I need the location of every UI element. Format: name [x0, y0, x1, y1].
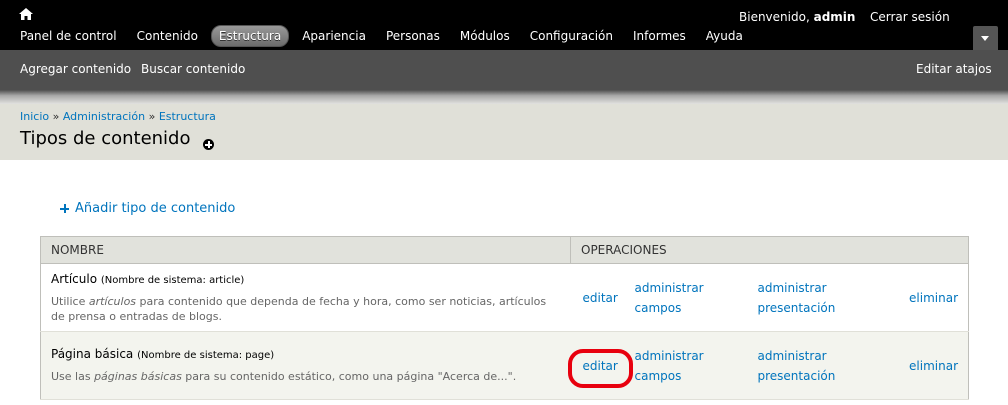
add-content-type-label: Añadir tipo de contenido [75, 201, 236, 216]
content-types-table: Nombre Operaciones Artículo (Nombre de s… [40, 236, 969, 400]
type-name-cell: Artículo (Nombre de sistema: article) Ut… [41, 264, 571, 332]
breadcrumb-structure[interactable]: Estructura [159, 110, 216, 123]
toolbar-shadow [0, 90, 1008, 104]
breadcrumb-separator: » [148, 110, 156, 123]
type-description: Utilice artículos para contenido que dep… [51, 294, 547, 323]
chevron-down-icon [981, 36, 989, 41]
manage-fields-link[interactable]: administrar campos [635, 349, 704, 383]
machine-name: (Nombre de sistema: page) [137, 350, 275, 361]
menu-item-help[interactable]: Ayuda [699, 26, 750, 46]
menu-item-reports[interactable]: Informes [626, 26, 693, 46]
shortcuts-toggle-button[interactable] [973, 26, 998, 50]
edit-shortcuts-link[interactable]: Editar atajos [916, 62, 992, 76]
menu-item-people[interactable]: Personas [379, 26, 447, 46]
shortcut-find-content[interactable]: Buscar contenido [141, 62, 245, 76]
add-content-type-link[interactable]: Añadir tipo de contenido [60, 201, 235, 216]
menu-item-appearance[interactable]: Apariencia [295, 26, 373, 46]
home-icon[interactable] [19, 8, 33, 20]
breadcrumb: Inicio » Administración » Estructura [20, 110, 216, 123]
greeting-text: Bienvenido, [739, 10, 810, 24]
manage-fields-link[interactable]: administrar campos [635, 281, 704, 315]
table-row: Página básica (Nombre de sistema: page) … [40, 331, 969, 400]
menu-item-structure[interactable]: Estructura [210, 25, 290, 47]
breadcrumb-separator: » [52, 110, 60, 123]
machine-name: (Nombre de sistema: article) [100, 274, 245, 286]
table-row: Artículo (Nombre de sistema: article) Ut… [40, 263, 969, 332]
plus-icon [60, 204, 69, 213]
shortcuts-bar: Agregar contenido Buscar contenido Edita… [0, 50, 1008, 90]
menu-item-dashboard[interactable]: Panel de control [13, 26, 124, 46]
column-header-name: Nombre [40, 236, 571, 264]
delete-link[interactable]: eliminar [909, 291, 958, 305]
add-circle-icon[interactable] [203, 139, 214, 150]
delete-link[interactable]: eliminar [909, 359, 958, 373]
edit-link[interactable]: editar [583, 291, 618, 305]
breadcrumb-home[interactable]: Inicio [20, 110, 49, 123]
shortcut-add-content[interactable]: Agregar contenido [20, 62, 131, 76]
menu-item-content[interactable]: Contenido [130, 26, 205, 46]
toolbar-menu: Panel de control Contenido Estructura Ap… [13, 24, 756, 48]
type-name: Página básica [51, 347, 134, 361]
page-title: Tipos de contenido [20, 128, 191, 149]
type-name: Artículo [51, 271, 98, 286]
username-link[interactable]: admin [814, 10, 856, 24]
type-description: Use las páginas básicas para su contenid… [51, 370, 517, 383]
admin-toolbar: Bienvenido, admin Cerrar sesión Panel de… [0, 0, 1008, 50]
manage-display-link[interactable]: administrar presentación [758, 281, 836, 315]
edit-link-highlighted[interactable]: editar [567, 348, 633, 388]
column-header-operations: Operaciones [570, 236, 969, 264]
breadcrumb-admin[interactable]: Administración [63, 110, 145, 123]
menu-item-modules[interactable]: Módulos [453, 26, 517, 46]
logout-link[interactable]: Cerrar sesión [870, 10, 950, 24]
manage-display-link[interactable]: administrar presentación [758, 349, 836, 383]
user-greeting: Bienvenido, admin [739, 10, 855, 24]
menu-item-configuration[interactable]: Configuración [523, 26, 620, 46]
page-header: Inicio » Administración » Estructura Tip… [0, 104, 1008, 160]
type-name-cell: Página básica (Nombre de sistema: page) … [41, 332, 571, 400]
